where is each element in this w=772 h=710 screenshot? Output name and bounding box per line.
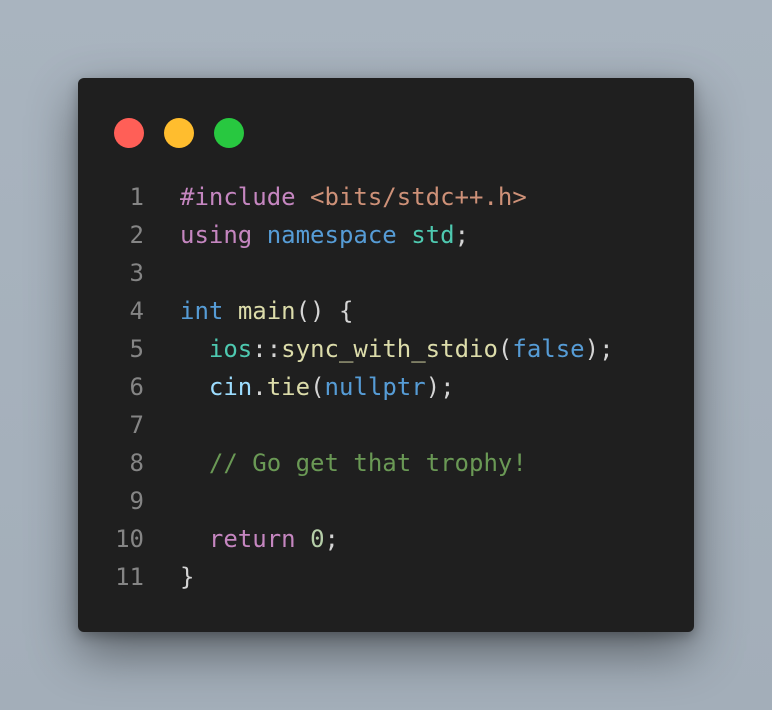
- code-token: return: [208, 525, 296, 553]
- code-token: (: [497, 335, 513, 363]
- code-token: tie: [266, 373, 311, 401]
- code-line: 10 return 0;: [78, 520, 694, 558]
- code-token: ;: [454, 221, 470, 249]
- code-block: 1 #include <bits/stdc++.h> 2 using namespac…: [78, 178, 694, 596]
- line-number: 5: [129, 335, 144, 363]
- line-text: }: [180, 558, 194, 596]
- line-number: 3: [129, 259, 144, 287]
- code-token: () {: [295, 297, 354, 325]
- code-token: ;: [324, 525, 339, 553]
- code-line: 6 cin.tie(nullptr);: [78, 368, 694, 406]
- code-token: ios: [208, 335, 253, 363]
- close-dot-icon[interactable]: [114, 118, 144, 148]
- code-token: namespace: [266, 221, 397, 249]
- code-token: std: [411, 221, 455, 249]
- line-text: cin.tie(nullptr);: [180, 368, 455, 406]
- line-number: 8: [129, 449, 144, 477]
- line-number: 2: [129, 221, 144, 249]
- code-line: 11}: [78, 558, 694, 596]
- code-token: // Go get that trophy!: [208, 449, 527, 477]
- line-text: ios::sync_with_stdio(false);: [180, 330, 614, 368]
- code-token: );: [425, 373, 455, 401]
- line-number: 11: [115, 563, 144, 591]
- code-window: 1 #include <bits/stdc++.h> 2 using namespac…: [78, 78, 694, 632]
- code-token: nullptr: [324, 373, 426, 401]
- code-token: );: [584, 335, 614, 363]
- code-token: main: [237, 297, 296, 325]
- line-text: using namespace std;: [180, 216, 469, 254]
- code-token: cin: [208, 373, 253, 401]
- code-line: 3: [78, 254, 694, 292]
- line-number: 10: [115, 525, 144, 553]
- code-token: int: [180, 297, 224, 325]
- code-token: <bits/stdc++.h>: [310, 183, 527, 211]
- code-token: sync_with_stdio: [281, 335, 498, 363]
- code-token: }: [180, 563, 195, 591]
- code-token: ::: [252, 335, 282, 363]
- maximize-dot-icon[interactable]: [214, 118, 244, 148]
- code-line: 5 ios::sync_with_stdio(false);: [78, 330, 694, 368]
- code-line: 9: [78, 482, 694, 520]
- code-line: 7: [78, 406, 694, 444]
- code-token: using: [180, 221, 253, 249]
- code-token: .: [252, 373, 267, 401]
- line-number: 7: [129, 411, 144, 439]
- line-number: 6: [129, 373, 144, 401]
- line-number: 9: [129, 487, 144, 515]
- code-line: 8 // Go get that trophy!: [78, 444, 694, 482]
- line-text: return 0;: [180, 520, 339, 558]
- minimize-dot-icon[interactable]: [164, 118, 194, 148]
- code-line: 1 #include <bits/stdc++.h>: [78, 178, 694, 216]
- window-controls: [114, 118, 244, 148]
- line-number: 1: [129, 183, 144, 211]
- code-line: 4 int main() {: [78, 292, 694, 330]
- line-text: // Go get that trophy!: [180, 444, 527, 482]
- code-token: #include: [180, 183, 296, 211]
- line-text: int main() {: [180, 292, 353, 330]
- code-token: 0: [310, 525, 325, 553]
- code-line: 2 using namespace std;: [78, 216, 694, 254]
- code-token: false: [512, 335, 585, 363]
- line-number: 4: [129, 297, 144, 325]
- code-token: (: [310, 373, 325, 401]
- line-text: #include <bits/stdc++.h>: [180, 178, 527, 216]
